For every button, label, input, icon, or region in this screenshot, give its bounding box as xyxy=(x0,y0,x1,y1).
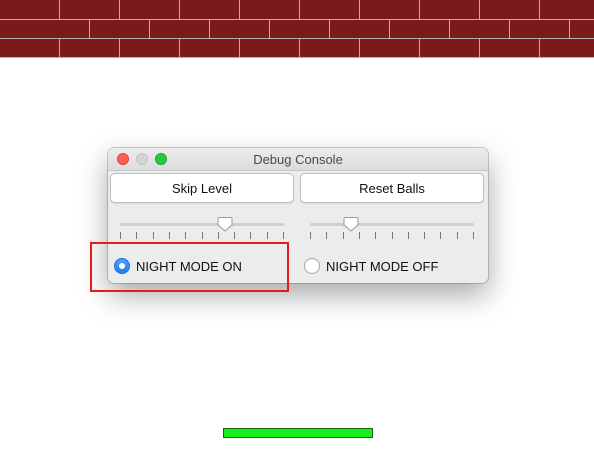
right-slider[interactable] xyxy=(310,210,474,244)
slider-ticks xyxy=(120,232,284,240)
brick-wall xyxy=(0,0,594,58)
night-mode-off-label: NIGHT MODE OFF xyxy=(326,258,439,274)
slider-tick xyxy=(218,232,219,239)
slider-tick xyxy=(202,232,203,239)
slider-tick xyxy=(234,232,235,239)
window-title: Debug Console xyxy=(253,152,343,167)
slider-tick xyxy=(326,232,327,239)
slider-tick xyxy=(473,232,474,239)
slider-tick xyxy=(136,232,137,239)
slider-tick xyxy=(185,232,186,239)
slider-tick xyxy=(120,232,121,239)
slider-tick xyxy=(457,232,458,239)
brick-row xyxy=(0,38,594,57)
slider-tick xyxy=(359,232,360,239)
slider-thumb[interactable] xyxy=(343,216,359,232)
slider-track xyxy=(120,223,284,226)
paddle[interactable] xyxy=(223,428,373,438)
slider-tick xyxy=(283,232,284,239)
slider-track xyxy=(310,223,474,226)
left-slider[interactable] xyxy=(120,210,284,244)
radio-button-night-off[interactable] xyxy=(304,258,320,274)
slider-tick xyxy=(392,232,393,239)
slider-tick xyxy=(343,232,344,239)
slider-tick xyxy=(375,232,376,239)
slider-tick xyxy=(169,232,170,239)
brick-row xyxy=(0,19,594,38)
slider-tick xyxy=(310,232,311,239)
title-bar[interactable]: Debug Console xyxy=(108,148,488,171)
slider-ticks xyxy=(310,232,474,240)
highlight-annotation xyxy=(90,242,289,292)
night-mode-off-option[interactable]: NIGHT MODE OFF xyxy=(304,256,438,276)
slider-thumb[interactable] xyxy=(217,216,233,232)
reset-balls-button[interactable]: Reset Balls xyxy=(300,173,484,203)
slider-tick xyxy=(408,232,409,239)
slider-tick xyxy=(250,232,251,239)
slider-tick xyxy=(153,232,154,239)
brick-row xyxy=(0,0,594,19)
skip-level-button[interactable]: Skip Level xyxy=(110,173,294,203)
slider-tick xyxy=(267,232,268,239)
slider-tick xyxy=(424,232,425,239)
slider-tick xyxy=(440,232,441,239)
